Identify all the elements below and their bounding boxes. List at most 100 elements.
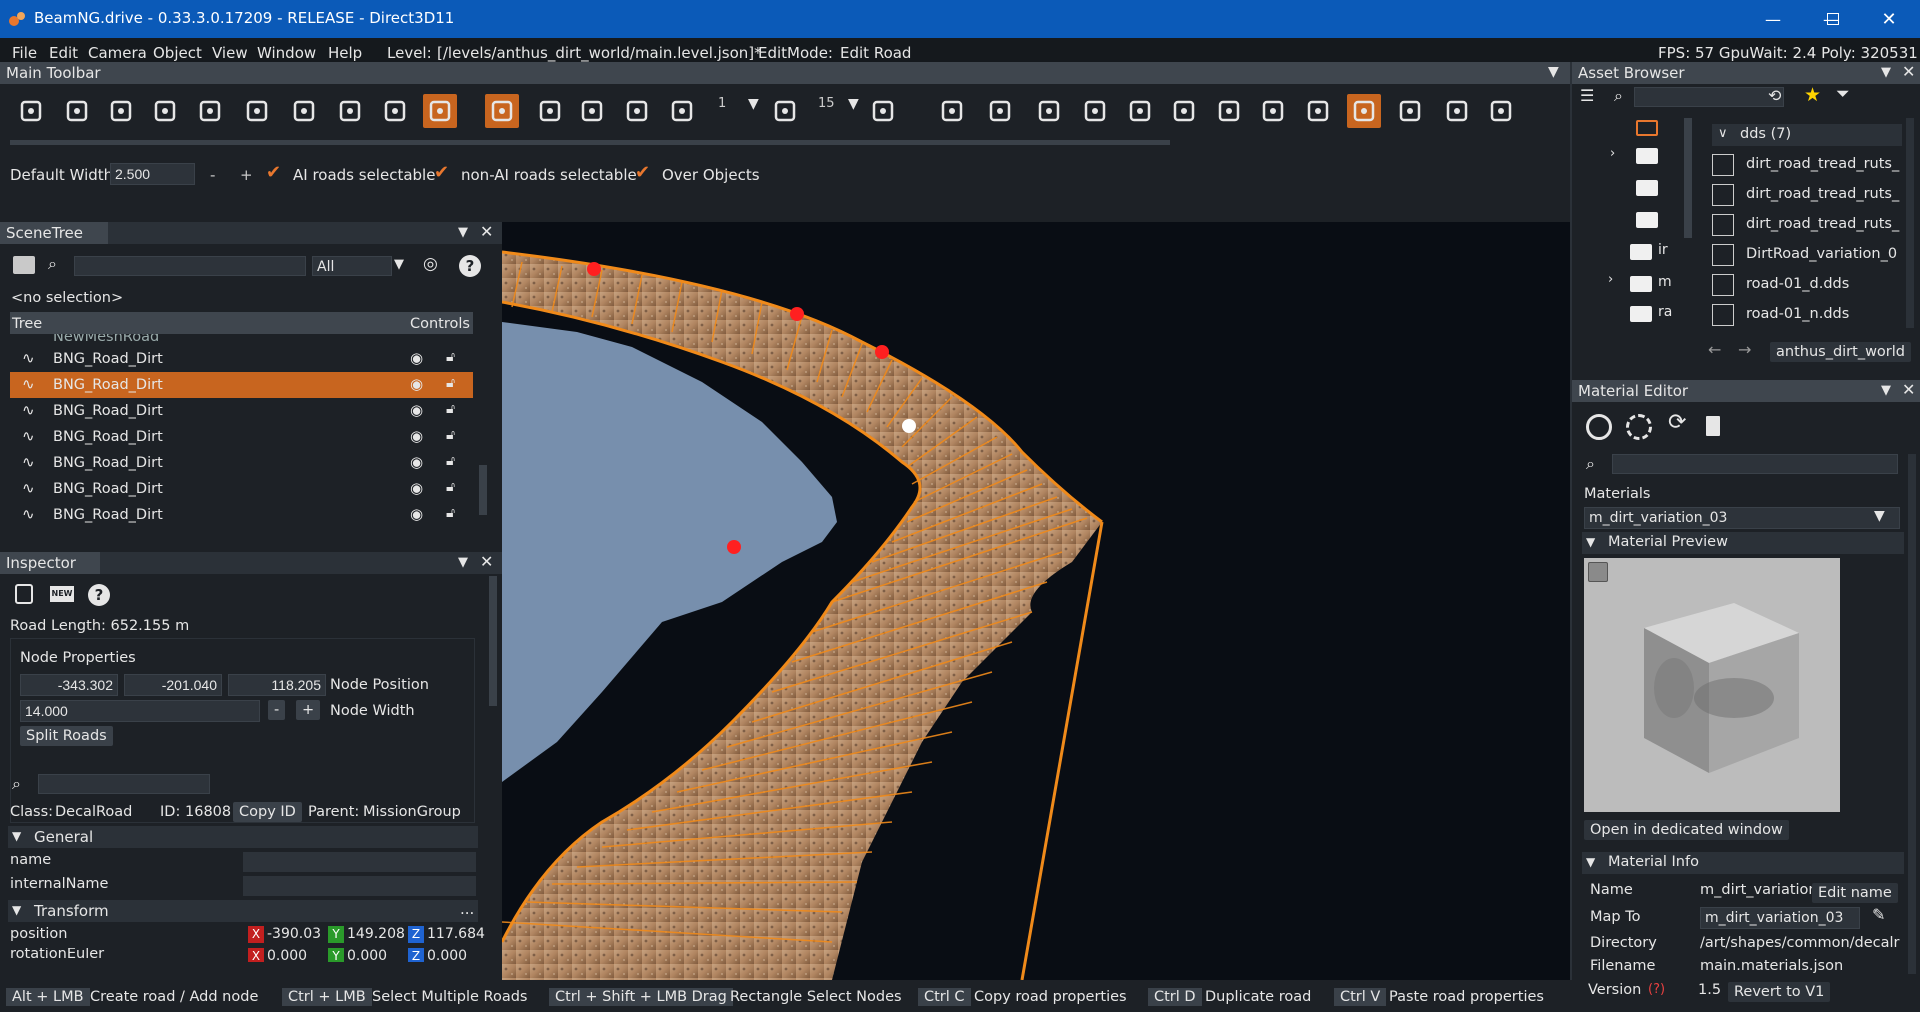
- lock-icon[interactable]: 🔓︎: [446, 479, 455, 495]
- version-help-icon[interactable]: (?): [1648, 982, 1665, 997]
- asset-list-scrollbar[interactable]: [1906, 118, 1914, 328]
- material-editor-scrollbar[interactable]: [1908, 454, 1916, 974]
- world-axis-icon[interactable]: [620, 94, 654, 128]
- inspector-scrollbar[interactable]: [488, 576, 498, 706]
- folder-label[interactable]: m: [1658, 274, 1672, 290]
- edit-name-button[interactable]: Edit name: [1812, 883, 1898, 903]
- menu-edit[interactable]: Edit: [49, 44, 78, 62]
- material-search-input[interactable]: [1612, 454, 1898, 474]
- forest-icon[interactable]: [1167, 94, 1201, 128]
- folder-tree-scrollbar[interactable]: [1684, 118, 1692, 238]
- visibility-eye-icon[interactable]: ◉: [410, 479, 423, 497]
- rotation-z-value[interactable]: 0.000: [427, 948, 467, 962]
- node-pos-z-input[interactable]: [228, 674, 326, 696]
- terrain-snap-icon[interactable]: [866, 94, 900, 128]
- asset-item[interactable]: dirt_road_tread_ruts_: [1712, 182, 1902, 210]
- maximize-button[interactable]: [1802, 0, 1864, 38]
- menu-view[interactable]: View: [212, 44, 248, 62]
- material-editor-close-icon[interactable]: ✕: [1902, 380, 1915, 399]
- split-roads-button[interactable]: Split Roads: [20, 726, 113, 746]
- ai-paint-icon[interactable]: [1256, 94, 1290, 128]
- visibility-eye-icon[interactable]: ◉: [410, 401, 423, 419]
- forward-arrow-icon[interactable]: →: [1738, 340, 1751, 359]
- layers-icon[interactable]: [1212, 94, 1246, 128]
- path-icon[interactable]: [1032, 94, 1066, 128]
- node-pos-y-input[interactable]: [124, 674, 222, 696]
- dds-folder-header[interactable]: ∨ dds (7): [1712, 124, 1902, 146]
- preview-toggle-icon[interactable]: [1588, 562, 1608, 582]
- lock-icon[interactable]: 🔓︎: [446, 349, 455, 365]
- tree-row[interactable]: ∿ BNG_Road_Dirt ◉ 🔓︎: [10, 424, 473, 450]
- position-y-value[interactable]: 149.208: [347, 926, 405, 942]
- move-gizmo-icon[interactable]: [485, 94, 519, 128]
- mapto-input[interactable]: m_dirt_variation_03: [1700, 907, 1860, 929]
- over-objects-checkbox[interactable]: ✔: [635, 164, 653, 182]
- node-graph-icon[interactable]: [1440, 94, 1474, 128]
- visibility-eye-icon[interactable]: ◉: [410, 427, 423, 445]
- rotate-snap-icon[interactable]: [768, 94, 802, 128]
- general-section-header[interactable]: ▼ General: [8, 826, 478, 848]
- min-button[interactable]: —: [1742, 0, 1804, 38]
- tree-scrollbar[interactable]: [478, 315, 488, 535]
- decal-icon[interactable]: [1078, 94, 1112, 128]
- material-dropdown-icon[interactable]: ▼: [1874, 508, 1885, 524]
- expand-icon[interactable]: ›: [1608, 272, 1613, 287]
- refresh-material-icon[interactable]: ⟳: [1668, 410, 1686, 435]
- lock-icon[interactable]: 🔓︎: [446, 453, 455, 469]
- asset-browser-menu-icon[interactable]: ▼: [1881, 65, 1891, 80]
- width-decrement-button[interactable]: -: [210, 166, 215, 184]
- rotation-y-value[interactable]: 0.000: [347, 948, 387, 962]
- paste-icon[interactable]: [333, 94, 367, 128]
- transform-section-header[interactable]: ▼ Transform ...: [8, 900, 478, 922]
- name-field-input[interactable]: [243, 852, 476, 872]
- rotation-x-value[interactable]: 0.000: [267, 948, 307, 962]
- road-flag-icon[interactable]: [1123, 94, 1157, 128]
- tree-row[interactable]: ∿ BNG_Road_Dirt ◉ 🔓︎: [10, 450, 473, 476]
- material-info-header[interactable]: ▼ Material Info: [1582, 852, 1904, 874]
- inspector-menu-icon[interactable]: ▼: [458, 555, 468, 570]
- visibility-eye-icon[interactable]: ◉: [410, 349, 423, 367]
- duplicate-material-icon[interactable]: [1626, 414, 1652, 440]
- node-width-input[interactable]: [20, 700, 260, 722]
- node-pos-x-input[interactable]: [20, 674, 118, 696]
- toolbar-scrollbar[interactable]: [10, 140, 1170, 145]
- expand-icon[interactable]: ›: [1610, 146, 1615, 161]
- material-select[interactable]: m_dirt_variation_03: [1584, 507, 1900, 529]
- lock-icon[interactable]: 🔓︎: [446, 375, 455, 391]
- river-icon[interactable]: [1301, 94, 1335, 128]
- folder-icon[interactable]: [1636, 120, 1658, 136]
- inspector-search-input[interactable]: [38, 774, 210, 794]
- asset-item[interactable]: road-01_d.dds: [1712, 272, 1902, 300]
- visibility-eye-icon[interactable]: ◉: [410, 375, 423, 393]
- filter-dropdown-icon[interactable]: ▼: [394, 257, 404, 272]
- help-icon[interactable]: ?: [459, 255, 481, 277]
- rotate-snap-dropdown-icon[interactable]: ▼: [848, 96, 859, 112]
- lock-icon[interactable]: 🔓︎: [446, 427, 455, 443]
- folder-label[interactable]: ir: [1658, 242, 1668, 258]
- tree-row[interactable]: ∿ BNG_Road_Dirt ◉ 🔓︎: [10, 476, 473, 502]
- scene-tree-menu-icon[interactable]: ▼: [458, 225, 468, 240]
- asset-item[interactable]: dirt_road_tread_ruts_: [1712, 212, 1902, 240]
- open-dedicated-window-button[interactable]: Open in dedicated window: [1584, 820, 1789, 840]
- road-editor-icon[interactable]: [1347, 94, 1381, 128]
- open-folder-icon[interactable]: [60, 94, 94, 128]
- visibility-eye-icon[interactable]: ◉: [410, 453, 423, 471]
- menu-help[interactable]: Help: [328, 44, 362, 62]
- redo-icon[interactable]: [193, 94, 227, 128]
- tree-row[interactable]: ∿ BNG_Road_Dirt ◉ 🔓︎: [10, 346, 473, 372]
- tree-row[interactable]: ∿ BNG_Road_Dirt ◉ 🔓︎: [10, 502, 473, 528]
- visibility-eye-icon[interactable]: ◉: [410, 505, 423, 523]
- position-z-value[interactable]: 117.684: [427, 926, 485, 942]
- list-view-icon[interactable]: ☰: [1580, 86, 1594, 105]
- folder-icon[interactable]: [1630, 276, 1652, 292]
- asset-path-breadcrumb[interactable]: anthus_dirt_world: [1770, 342, 1911, 362]
- folder-icon[interactable]: [1636, 212, 1658, 228]
- folder-icon[interactable]: [1636, 148, 1658, 164]
- scene-tree-filter-select[interactable]: All: [312, 256, 392, 276]
- save-icon[interactable]: [104, 94, 138, 128]
- material-preview-header[interactable]: ▼ Material Preview: [1582, 532, 1904, 554]
- lock-icon[interactable]: 🔓︎: [446, 505, 455, 521]
- vehicle-icon[interactable]: [423, 94, 457, 128]
- mesh-road-icon[interactable]: [1393, 94, 1427, 128]
- settings-gear-icon[interactable]: [378, 94, 412, 128]
